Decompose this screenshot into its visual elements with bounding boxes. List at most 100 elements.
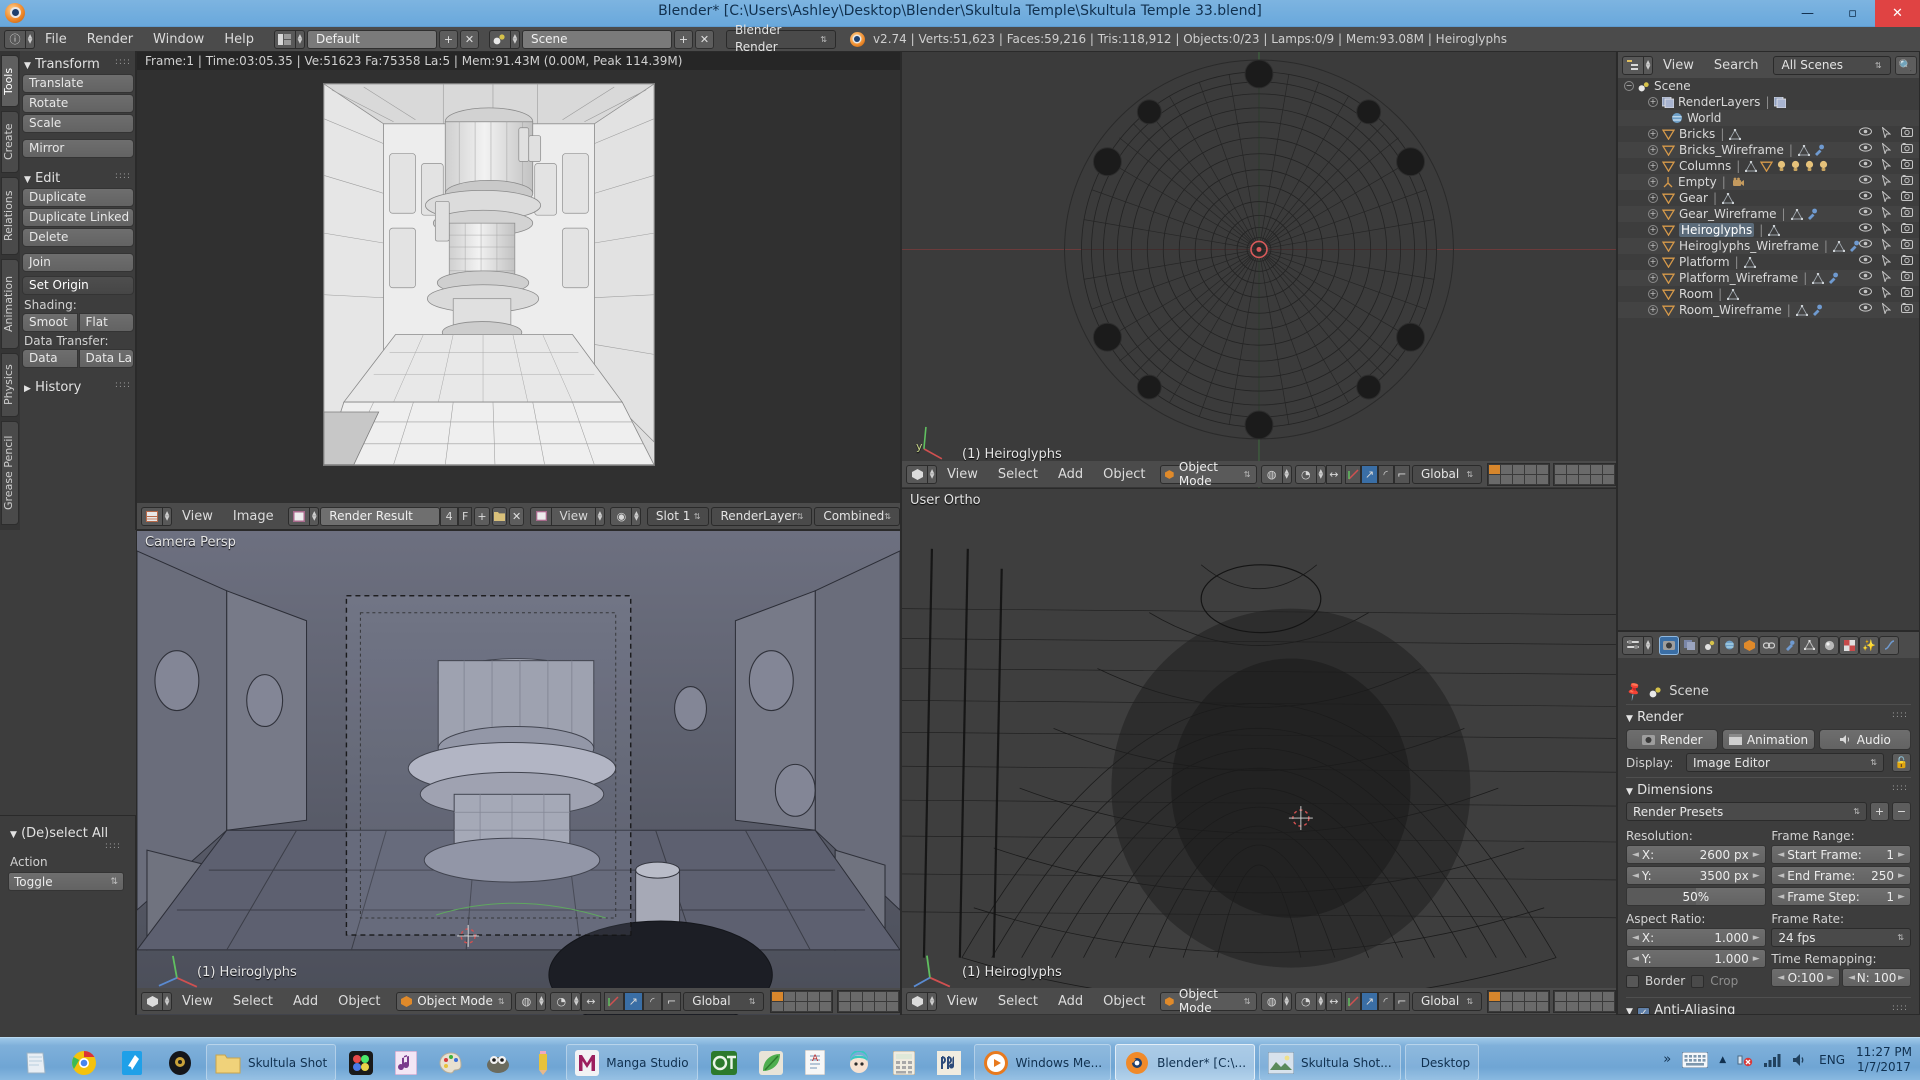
sticky-notes-icon[interactable] bbox=[14, 1044, 58, 1080]
mesh-child-icon[interactable] bbox=[1760, 161, 1774, 172]
restrict-view-icon[interactable] bbox=[1859, 271, 1872, 282]
windows-media-player[interactable]: Windows Me... bbox=[973, 1044, 1112, 1080]
pivot-align-toggle[interactable]: ↔ bbox=[581, 991, 601, 1011]
manipulator-toggle[interactable] bbox=[604, 991, 624, 1011]
menu-help[interactable]: Help bbox=[214, 30, 264, 49]
tab-tools[interactable]: Tools bbox=[1, 55, 19, 107]
frame-step-field[interactable]: ◄ Frame Step: 1 ► bbox=[1771, 887, 1911, 906]
scene-name-field[interactable]: Scene bbox=[521, 29, 672, 49]
chrome-icon[interactable] bbox=[62, 1044, 106, 1080]
restrict-view-icon[interactable] bbox=[1859, 223, 1872, 234]
restrict-select-icon[interactable] bbox=[1882, 271, 1891, 282]
panel-header-edit[interactable]: ▼ Edit :::: bbox=[22, 169, 134, 188]
restrict-select-icon[interactable] bbox=[1882, 143, 1891, 154]
expand-icon[interactable]: + bbox=[1648, 289, 1658, 299]
vp-user-menu-object[interactable]: Object bbox=[1093, 992, 1155, 1011]
mesh-data-icon[interactable] bbox=[1832, 240, 1845, 252]
menu-render[interactable]: Render bbox=[77, 30, 143, 49]
properties-tab-particles[interactable]: ✨ bbox=[1859, 635, 1879, 655]
pin-icon[interactable]: 📌 bbox=[1623, 681, 1645, 703]
tray-overflow-icon[interactable]: » bbox=[1663, 1052, 1671, 1067]
expand-icon[interactable]: + bbox=[1648, 145, 1658, 155]
render-result-canvas[interactable] bbox=[323, 83, 655, 466]
restrict-view-icon[interactable] bbox=[1859, 159, 1872, 170]
expand-icon[interactable]: + bbox=[1648, 177, 1658, 187]
restrict-render-icon[interactable] bbox=[1901, 159, 1913, 170]
vp-top-menu-add[interactable]: Add bbox=[1048, 465, 1093, 484]
remove-preset-button[interactable]: − bbox=[1892, 802, 1911, 821]
scale-manipulator-button[interactable]: ⌐ bbox=[1393, 991, 1410, 1011]
tool-join[interactable]: Join bbox=[22, 253, 134, 272]
restrict-view-icon[interactable] bbox=[1859, 287, 1872, 298]
minimize-button[interactable]: — bbox=[1785, 0, 1830, 27]
vp-cam-menu-select[interactable]: Select bbox=[223, 992, 283, 1011]
outliner-search-icon[interactable]: 🔍 bbox=[1894, 55, 1917, 75]
resolution-x-field[interactable]: ◄ X: 2600 px ► bbox=[1626, 845, 1766, 864]
pencil-icon[interactable] bbox=[524, 1044, 562, 1080]
musescore-icon[interactable] bbox=[928, 1044, 970, 1080]
manga-studio-icon[interactable]: Manga Studio bbox=[566, 1044, 698, 1080]
aspect-x-field[interactable]: ◄ X: 1.000 ► bbox=[1626, 928, 1766, 947]
vp-user-orientation-selector[interactable]: Global ⇅ bbox=[1411, 991, 1483, 1011]
image-users-count[interactable]: 4 bbox=[440, 506, 458, 526]
restrict-render-icon[interactable] bbox=[1901, 303, 1913, 314]
collapse-icon[interactable]: − bbox=[1624, 81, 1634, 91]
restrict-select-icon[interactable] bbox=[1882, 223, 1891, 234]
restrict-view-icon[interactable] bbox=[1859, 143, 1872, 154]
vp-cam-pivot-selector[interactable]: ◔ ▲ ▼ bbox=[550, 991, 582, 1011]
properties-tab-modifiers[interactable] bbox=[1779, 635, 1799, 655]
leaf-icon[interactable] bbox=[750, 1044, 792, 1080]
rotate-manipulator-button[interactable]: ◜ bbox=[1377, 991, 1394, 1011]
vp-cam-scene-layers-2[interactable] bbox=[837, 989, 900, 1013]
restrict-render-icon[interactable] bbox=[1901, 223, 1913, 234]
translate-manipulator-button[interactable]: ↗ bbox=[1361, 991, 1378, 1011]
restrict-render-icon[interactable] bbox=[1901, 175, 1913, 186]
add-scene-button[interactable]: + bbox=[673, 29, 693, 49]
lamp-icon[interactable] bbox=[1804, 160, 1815, 172]
mesh-data-icon[interactable] bbox=[1812, 272, 1825, 284]
language-indicator[interactable]: ENG bbox=[1819, 1053, 1845, 1067]
manipulator-toggle[interactable] bbox=[1345, 991, 1362, 1011]
tool-delete[interactable]: Delete bbox=[22, 228, 134, 247]
outliner-menu-view[interactable]: View bbox=[1653, 56, 1704, 75]
vp-user-scene-layers-1[interactable] bbox=[1486, 989, 1550, 1013]
restrict-view-icon[interactable] bbox=[1859, 255, 1872, 266]
restrict-select-icon[interactable] bbox=[1882, 239, 1891, 250]
border-checkbox[interactable] bbox=[1626, 974, 1639, 988]
panel-header-antialiasing[interactable]: ▼ ✓ Anti-Aliasing :::: bbox=[1626, 1003, 1911, 1014]
paint-palette-icon[interactable] bbox=[430, 1044, 472, 1080]
outliner-row-room-wireframe[interactable]: + Room_Wireframe | bbox=[1618, 302, 1919, 318]
modifier-icon[interactable] bbox=[1827, 272, 1839, 284]
modifier-icon[interactable] bbox=[1813, 144, 1825, 156]
mesh-data-icon[interactable] bbox=[1795, 304, 1808, 316]
outliner-row-gear[interactable]: + Gear | bbox=[1618, 190, 1919, 206]
menu-file[interactable]: File bbox=[35, 30, 77, 49]
render-image-button[interactable]: Render bbox=[1626, 729, 1719, 750]
screen-layout-browser[interactable]: ▲ ▼ bbox=[273, 29, 305, 49]
properties-tab-render[interactable] bbox=[1659, 635, 1679, 655]
outliner-row-heiroglyphs[interactable]: + Heiroglyphs | bbox=[1618, 222, 1919, 238]
render-pass-selector[interactable]: Combined ⇅ bbox=[814, 506, 900, 526]
action-dropdown[interactable]: Toggle ⇅ bbox=[8, 872, 124, 891]
ot-icon[interactable] bbox=[702, 1044, 746, 1080]
tool-data-transfer[interactable]: Data bbox=[22, 349, 78, 368]
mesh-data-icon[interactable] bbox=[1797, 144, 1810, 156]
panel-header-dimensions[interactable]: ▼ Dimensions :::: bbox=[1626, 783, 1911, 798]
editor-type-selector-3dview-top[interactable]: ▲ ▼ bbox=[906, 464, 937, 484]
outliner-row-room[interactable]: + Room | bbox=[1618, 286, 1919, 302]
properties-tab-scene[interactable] bbox=[1699, 635, 1719, 655]
add-preset-button[interactable]: + bbox=[1870, 802, 1889, 821]
image-name-field[interactable]: Render Result bbox=[320, 506, 441, 526]
open-image-button[interactable] bbox=[491, 506, 507, 526]
properties-tab-material[interactable] bbox=[1819, 635, 1839, 655]
outliner-row-scene[interactable]: − Scene bbox=[1618, 78, 1919, 94]
restrict-render-icon[interactable] bbox=[1901, 271, 1913, 282]
lamp-icon[interactable] bbox=[1818, 160, 1829, 172]
panel-header-deselect-all[interactable]: ▼ (De)select All :::: bbox=[8, 824, 124, 851]
restrict-render-icon[interactable] bbox=[1901, 127, 1913, 138]
tool-duplicate[interactable]: Duplicate bbox=[22, 188, 134, 207]
manipulator-toggle[interactable] bbox=[1345, 464, 1362, 484]
outliner-menu-search[interactable]: Search bbox=[1704, 56, 1769, 75]
time-remap-new-field[interactable]: ◄ N: 100 ► bbox=[1842, 968, 1911, 987]
restrict-view-icon[interactable] bbox=[1859, 303, 1872, 314]
